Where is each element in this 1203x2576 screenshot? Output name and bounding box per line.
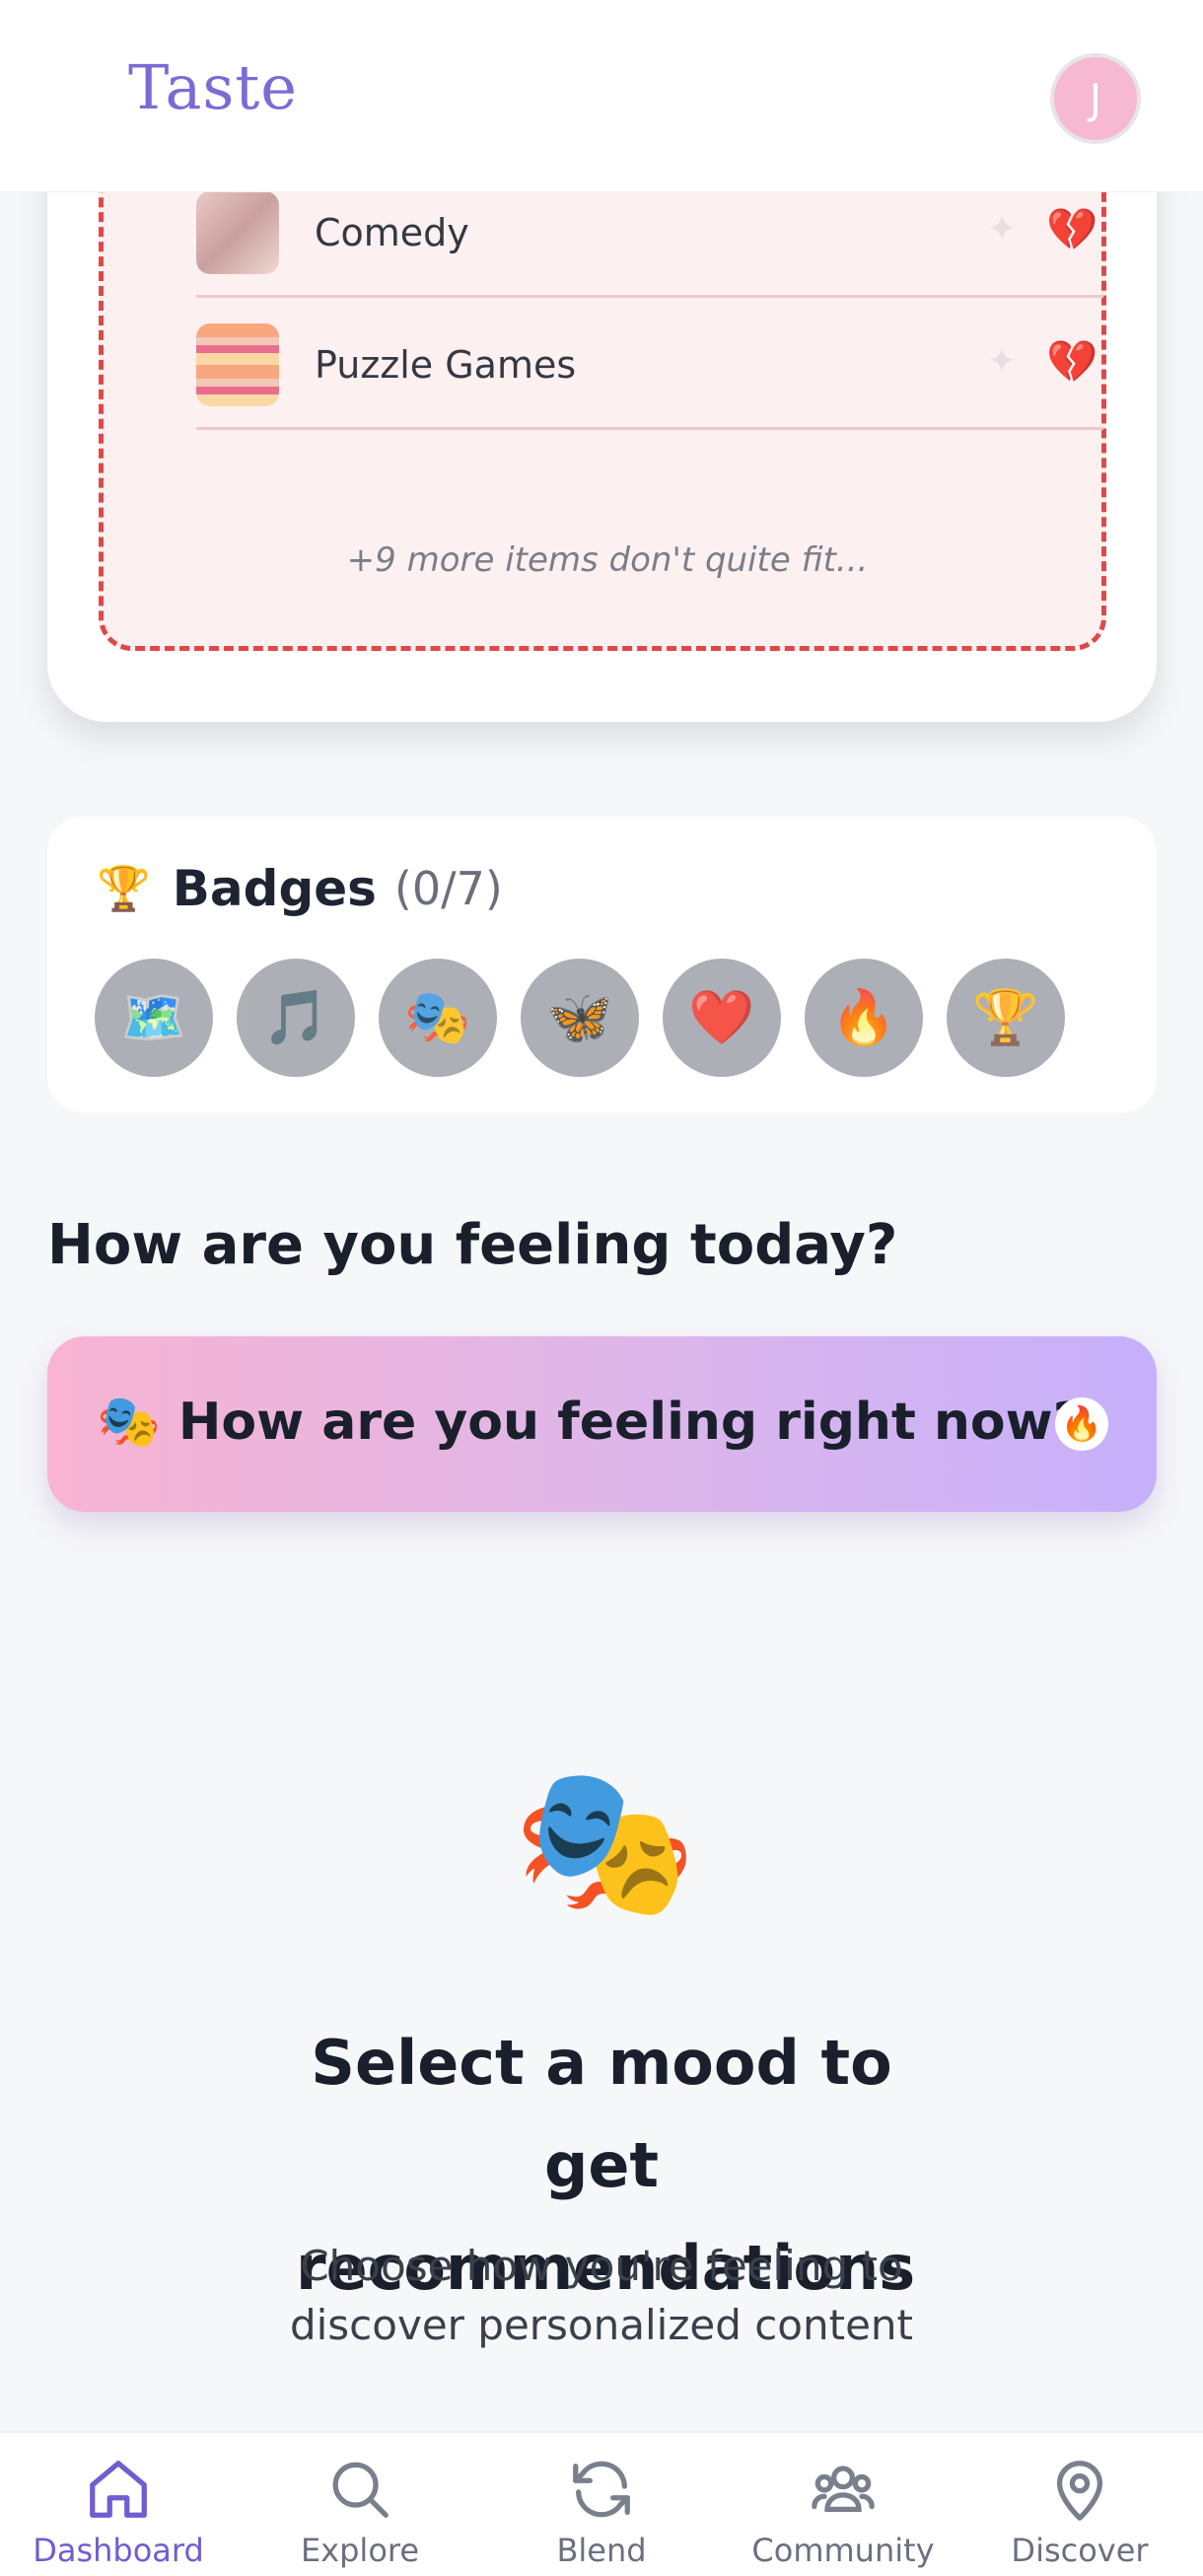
broken-heart-icon[interactable]: 💔 [1046, 205, 1097, 254]
home-icon [20, 2455, 217, 2524]
more-items-text: +9 more items don't quite fit... [346, 540, 869, 580]
search-icon [261, 2455, 459, 2524]
badges-count: (0/7) [393, 862, 503, 915]
nav-label: Discover [1011, 2532, 1149, 2569]
nav-blend[interactable]: Blend [503, 2433, 700, 2576]
list-item[interactable]: Puzzle Games ✦ 💔 [196, 298, 1103, 430]
app-logo[interactable]: Taste [128, 51, 298, 123]
refresh-icon [503, 2455, 700, 2524]
badges-card: 🏆 Badges (0/7) 🗺️ 🎵 🎭 🦋 ❤️ 🔥 🏆 [47, 817, 1157, 1112]
nav-label: Blend [556, 2532, 647, 2569]
badge-map-icon[interactable]: 🗺️ [95, 959, 213, 1077]
flame-icon: 🔥 [1055, 1397, 1108, 1451]
dislikes-card: Comedy ✦ 💔 Puzzle Games ✦ 💔 +9 more item… [47, 59, 1157, 722]
mood-selector-button[interactable]: 🎭 How are you feeling right now? 🔥 [47, 1336, 1157, 1512]
dislikes-dashed-box: Comedy ✦ 💔 Puzzle Games ✦ 💔 +9 more item… [99, 59, 1106, 651]
users-icon [744, 2455, 942, 2524]
sparkle-icon[interactable]: ✦ [987, 209, 1017, 250]
nav-label: Explore [300, 2532, 420, 2569]
badge-fire-icon[interactable]: 🔥 [805, 959, 923, 1077]
badges-title: Badges [172, 860, 377, 917]
avatar[interactable]: J [1050, 53, 1141, 144]
nav-discover[interactable]: Discover [981, 2433, 1178, 2576]
trophy-icon: 🏆 [97, 864, 151, 914]
bottom-navigation: Dashboard Explore Blend Community Discov… [0, 2431, 1203, 2576]
item-label: Puzzle Games [315, 343, 577, 387]
badge-music-note-icon[interactable]: 🎵 [237, 959, 355, 1077]
badge-butterfly-icon[interactable]: 🦋 [521, 959, 639, 1077]
badge-theater-masks-icon[interactable]: 🎭 [379, 959, 497, 1077]
badges-heading: 🏆 Badges (0/7) [97, 860, 503, 917]
nav-label: Community [751, 2532, 935, 2569]
broken-heart-icon[interactable]: 💔 [1046, 337, 1097, 387]
badge-heart-icon[interactable]: ❤️ [663, 959, 781, 1077]
item-thumbnail [196, 191, 279, 274]
empty-state-subtitle: Choose how you're feeling to discover pe… [289, 2242, 914, 2349]
nav-label: Dashboard [33, 2532, 204, 2569]
theater-masks-icon: 🎭 [513, 1756, 697, 1928]
nav-explore[interactable]: Explore [261, 2433, 459, 2576]
nav-dashboard[interactable]: Dashboard [20, 2433, 217, 2576]
mood-prompt: 🎭 How are you feeling right now? [97, 1393, 1083, 1452]
mood-heading: How are you feeling today? [47, 1213, 898, 1277]
nav-community[interactable]: Community [744, 2433, 942, 2576]
app-header: Taste J [0, 0, 1203, 192]
item-thumbnail [196, 323, 279, 406]
item-label: Comedy [315, 211, 469, 254]
map-pin-icon [981, 2455, 1178, 2524]
sparkle-icon[interactable]: ✦ [987, 341, 1017, 382]
badge-trophy-icon[interactable]: 🏆 [947, 959, 1065, 1077]
